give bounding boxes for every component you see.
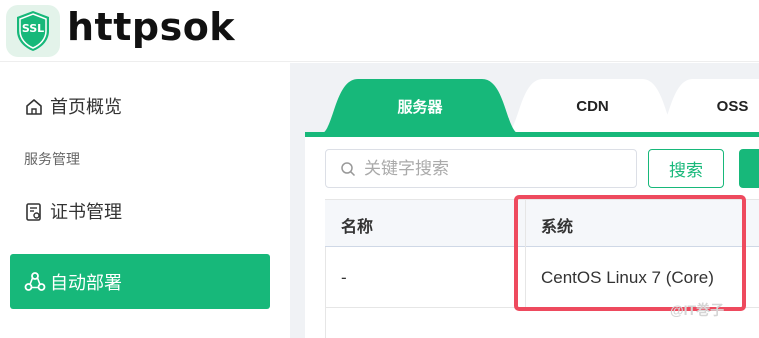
tab-label: 服务器	[397, 99, 443, 116]
search-field[interactable]	[325, 149, 637, 188]
sidebar: 首页概览 服务管理 证书管理 自动部署	[0, 63, 290, 338]
ssl-shield-logo: SSL	[6, 5, 60, 57]
tab-underline	[305, 132, 759, 137]
sidebar-item-label: 证书管理	[50, 202, 122, 222]
search-input[interactable]	[364, 158, 624, 179]
sidebar-item-label: 首页概览	[50, 97, 122, 117]
sidebar-item-certificates[interactable]: 证书管理	[24, 200, 122, 224]
section-label-service: 服务管理	[24, 151, 80, 167]
tab-label: CDN	[576, 98, 609, 115]
brand-name: httpsok	[67, 5, 236, 49]
certificate-icon	[24, 202, 44, 222]
add-server-button[interactable]	[739, 149, 759, 188]
home-icon	[24, 97, 44, 117]
tab-servers[interactable]: 服务器	[320, 79, 520, 134]
tab-label: OSS	[716, 98, 749, 115]
cell-name: -	[341, 268, 347, 287]
search-button[interactable]: 搜索	[648, 149, 724, 188]
annotation-highlight-box	[514, 195, 746, 311]
watermark: @IT巻子	[670, 302, 725, 318]
sidebar-item-auto-deploy[interactable]: 自动部署	[10, 254, 270, 309]
search-icon	[340, 161, 356, 177]
deploy-network-icon	[24, 271, 46, 293]
tab-cdn[interactable]: CDN	[505, 79, 680, 134]
top-header: SSL httpsok	[0, 0, 759, 62]
column-header-name: 名称	[341, 219, 374, 236]
sidebar-item-label: 自动部署	[50, 272, 122, 293]
logo-text: SSL	[21, 22, 45, 35]
sidebar-item-home[interactable]: 首页概览	[24, 95, 122, 119]
